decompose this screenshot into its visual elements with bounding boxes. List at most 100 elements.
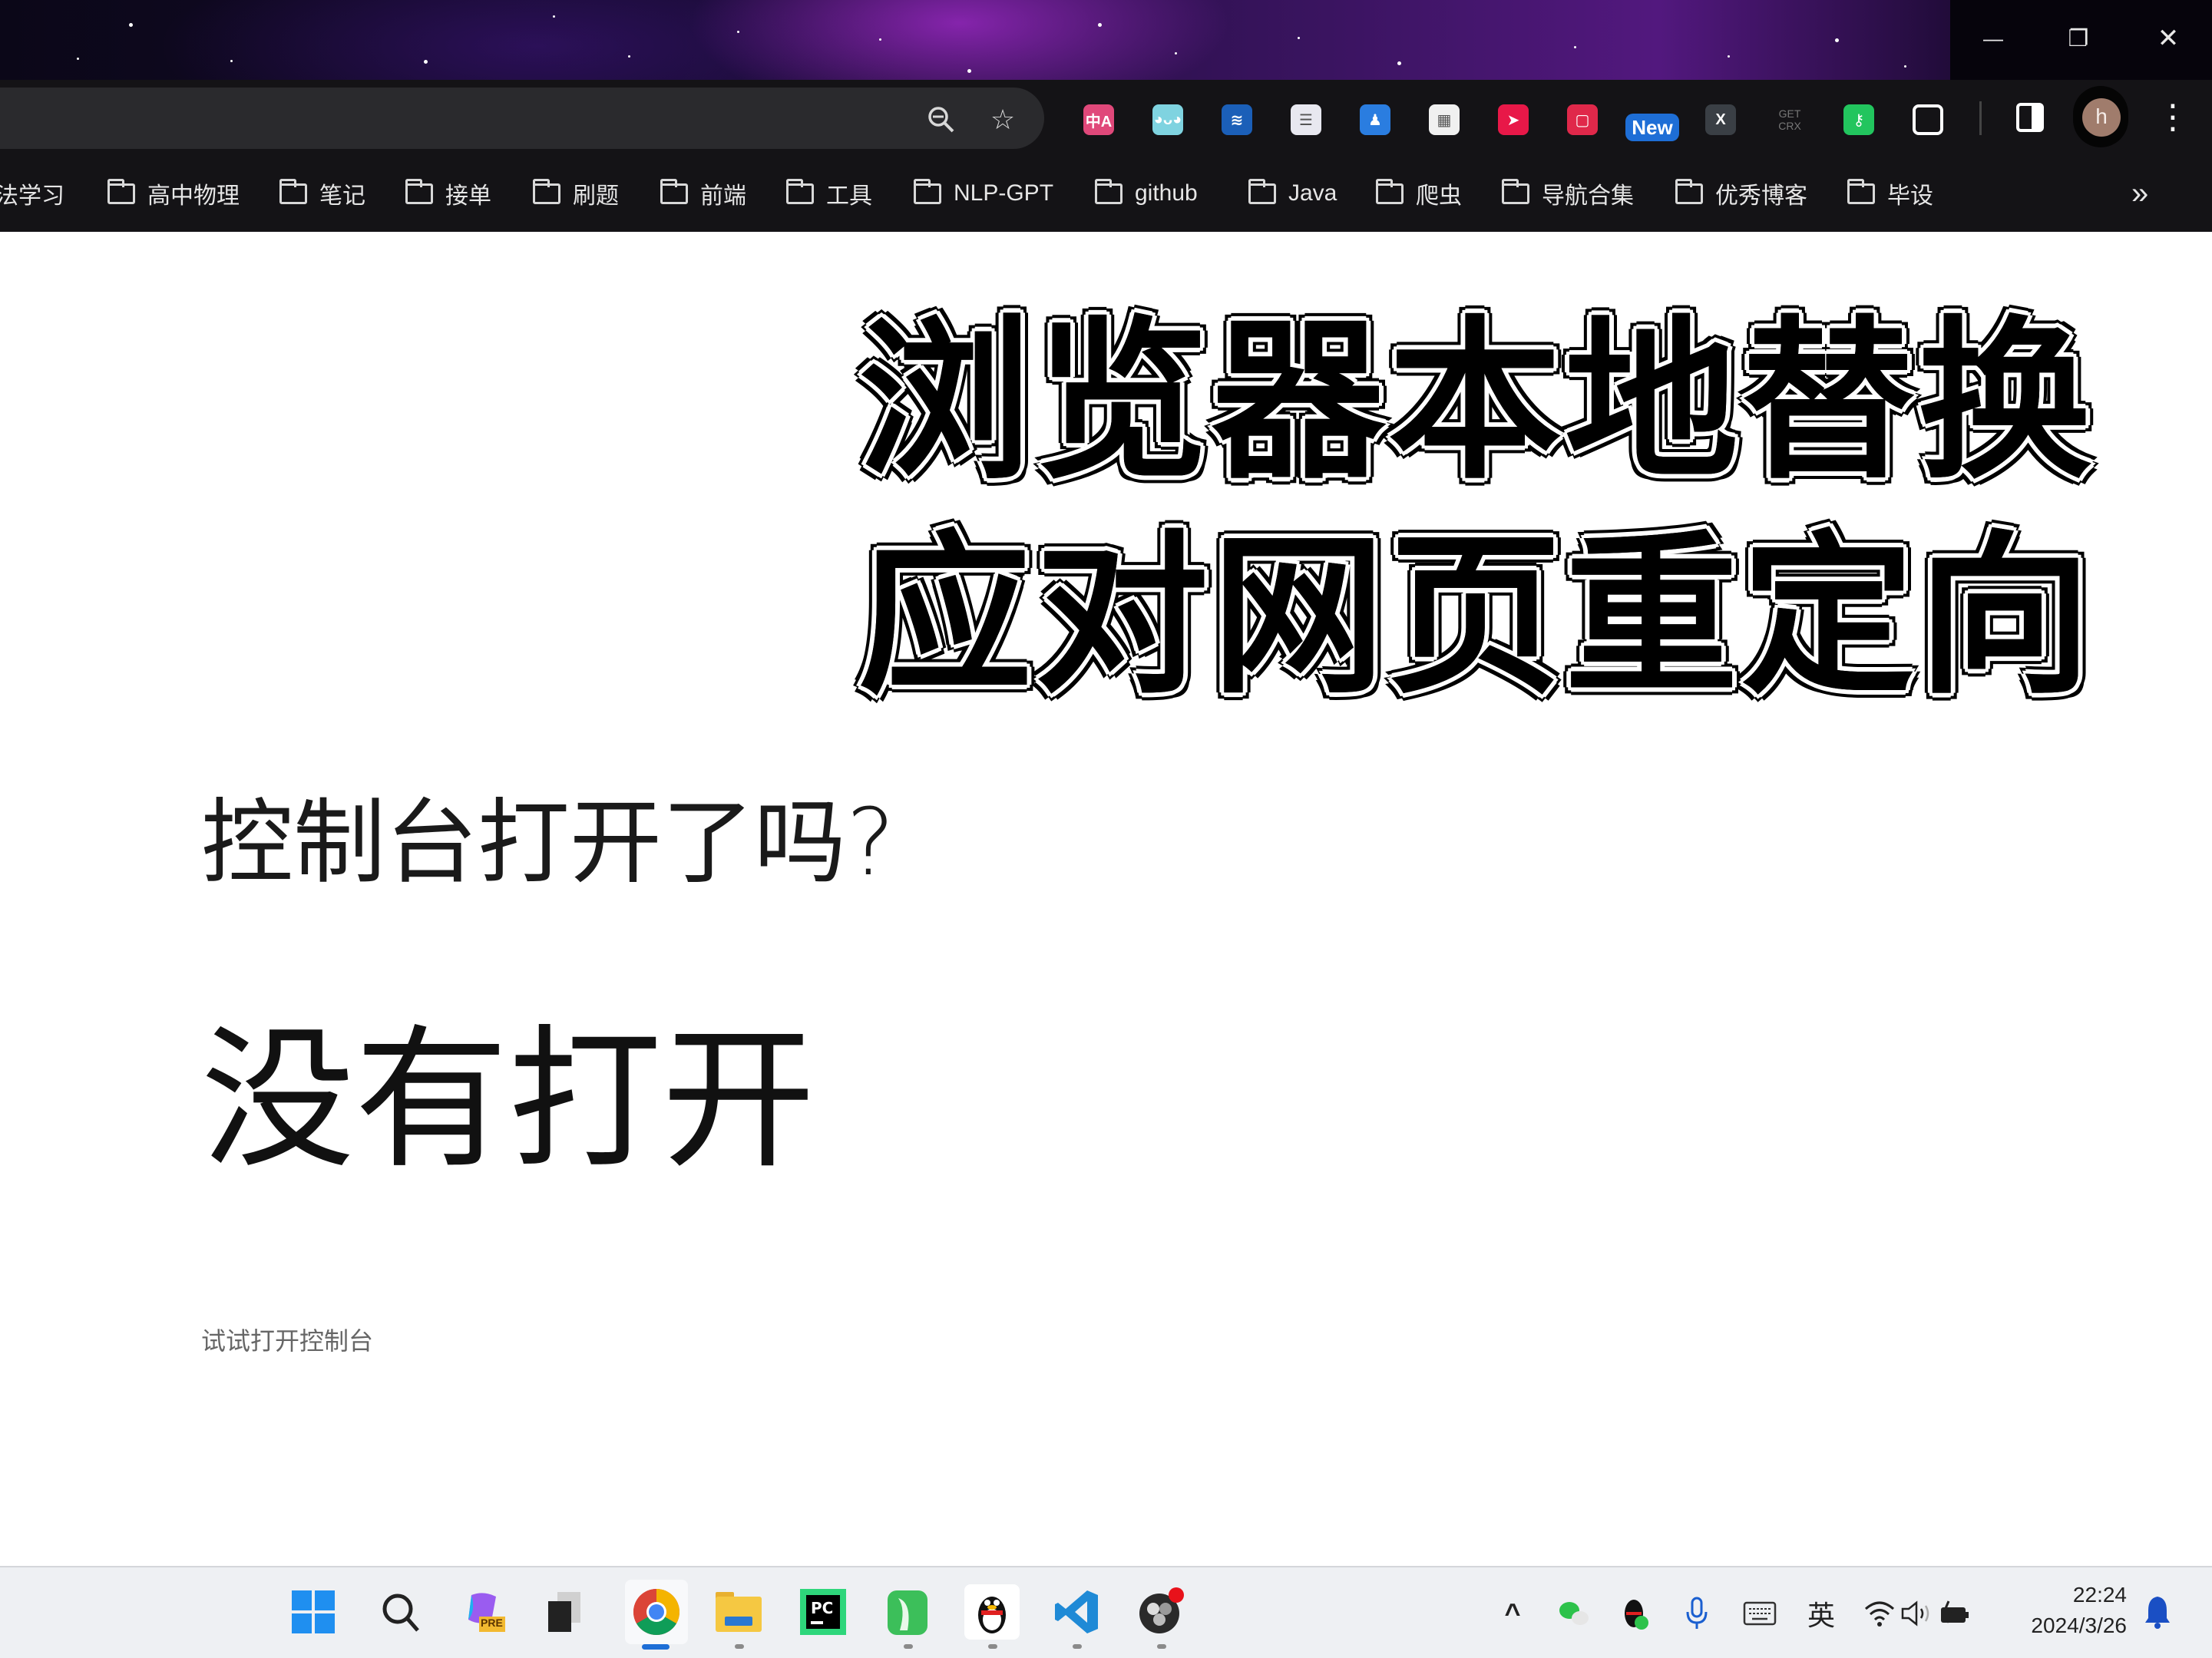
bookmark-item[interactable]: 毕设	[1847, 177, 1933, 210]
chrome-menu-button[interactable]: ⋮	[2156, 97, 2190, 138]
clock-date: 2024/3/26	[2031, 1613, 2127, 1637]
pre-badge: PRE	[481, 1617, 503, 1629]
getcrx-extension-icon[interactable]: GET CRX	[1774, 104, 1805, 135]
bookmark-item[interactable]: 法学习	[0, 177, 64, 210]
bookmark-item[interactable]: 工具	[786, 177, 872, 210]
side-panel-button[interactable]	[2016, 103, 2044, 132]
bookmark-label: 法学习	[0, 183, 64, 209]
new-extension-icon[interactable]: New	[1625, 114, 1679, 141]
bookmark-item[interactable]: 前端	[660, 177, 746, 210]
copilot-app[interactable]: PRE	[458, 1584, 513, 1640]
folder-icon	[786, 178, 814, 204]
network-volume-battery-button[interactable]	[1864, 1597, 1972, 1630]
star-decoration	[1574, 46, 1576, 48]
avatar: h	[2082, 98, 2121, 137]
zoom-icon[interactable]	[926, 104, 957, 135]
video-overlay-title-line1: 浏览器本地替换	[858, 301, 2095, 503]
qq-tray-button[interactable]	[1618, 1597, 1652, 1630]
folder-icon	[1502, 178, 1529, 204]
task-view-app[interactable]	[537, 1584, 593, 1640]
input-method-indicator[interactable]: 英	[1804, 1597, 1838, 1631]
taskbar: PRE PC ^ 英 22:24 2024/3/26	[0, 1566, 2212, 1658]
bilibili-extension-icon[interactable]: ◕ᴗ◕	[1152, 104, 1183, 135]
page-question: 控制台打开了吗?	[201, 790, 895, 897]
folder-icon	[1248, 178, 1276, 204]
bookmarks-overflow-button[interactable]: »	[2131, 177, 2148, 210]
bookmark-star-icon[interactable]: ☆	[987, 104, 1018, 135]
star-decoration	[737, 31, 739, 33]
close-button[interactable]: ✕	[2147, 17, 2190, 60]
bookmark-item[interactable]: NLP-GPT	[914, 177, 1053, 210]
pycharm-app[interactable]: PC	[795, 1584, 851, 1640]
layers-extension-icon[interactable]: ≋	[1222, 104, 1252, 135]
bookmark-item[interactable]: 导航合集	[1502, 177, 1634, 210]
svg-text:PC: PC	[811, 1599, 833, 1617]
qrcode-extension-icon[interactable]: ▦	[1429, 104, 1460, 135]
chrome-active-indicator	[642, 1644, 670, 1650]
key-extension-icon[interactable]: ⚷	[1843, 104, 1874, 135]
show-hidden-icons-button[interactable]: ^	[1497, 1597, 1528, 1630]
microphone-button[interactable]	[1681, 1597, 1712, 1630]
star-decoration	[77, 58, 79, 60]
obs-running-indicator	[1157, 1644, 1166, 1649]
translate-extension-icon[interactable]: 中A	[1083, 104, 1114, 135]
wechat-tray-button[interactable]	[1557, 1597, 1591, 1630]
search-button[interactable]	[373, 1584, 428, 1640]
restore-button[interactable]: ❐	[2057, 17, 2100, 60]
wifi-icon	[1865, 1601, 1894, 1627]
bookmark-item[interactable]: github	[1095, 177, 1198, 210]
bookmark-label: 毕设	[1887, 183, 1933, 209]
clock-button[interactable]: 22:24 2024/3/26	[2012, 1580, 2127, 1641]
chrome-app[interactable]	[625, 1580, 688, 1644]
qq-penguin-icon	[978, 1597, 1006, 1633]
star-decoration	[1397, 61, 1401, 65]
star-decoration	[1175, 52, 1177, 54]
bookmark-item[interactable]: 优秀博客	[1675, 177, 1807, 210]
bookmark-item[interactable]: 刷题	[533, 177, 619, 210]
x-extension-icon[interactable]: X	[1705, 104, 1736, 135]
profile-button[interactable]: h	[2073, 86, 2128, 147]
vscode-app[interactable]	[1049, 1584, 1104, 1640]
bookmark-label: 爬虫	[1416, 183, 1462, 209]
notes-extension-icon[interactable]: ☰	[1291, 104, 1321, 135]
green-app[interactable]	[880, 1584, 935, 1640]
address-bar[interactable]: ☆	[0, 88, 1044, 149]
folder-icon	[914, 178, 941, 204]
bookmark-item[interactable]: 高中物理	[107, 177, 240, 210]
star-decoration	[1298, 37, 1300, 39]
square-extension-icon[interactable]: ▢	[1567, 104, 1598, 135]
bookmark-item[interactable]: 笔记	[279, 177, 365, 210]
touch-keyboard-button[interactable]	[1741, 1597, 1778, 1630]
notification-center-button[interactable]	[2142, 1595, 2173, 1629]
star-decoration	[967, 69, 971, 73]
star-decoration	[1098, 23, 1102, 27]
battery-charging-icon	[1941, 1600, 1969, 1623]
copilot-pre-icon	[468, 1593, 505, 1632]
bookmark-item[interactable]: Java	[1248, 177, 1337, 210]
obs-app[interactable]	[1133, 1584, 1189, 1640]
toolbar-divider	[1979, 101, 1982, 135]
file-explorer-app[interactable]	[711, 1584, 766, 1640]
vscode-running-indicator	[1073, 1644, 1082, 1649]
bookmark-label: 优秀博客	[1715, 183, 1807, 209]
star-decoration	[230, 60, 233, 62]
bookmark-label: github	[1135, 180, 1198, 206]
folder-icon	[107, 178, 135, 204]
title-bar[interactable]: — ❐ ✕	[0, 0, 2212, 80]
qq-app[interactable]	[964, 1584, 1020, 1640]
bookmark-item[interactable]: 接单	[405, 177, 491, 210]
minimize-button[interactable]: —	[1972, 17, 2015, 60]
bookmark-label: 刷题	[573, 183, 619, 209]
bookmark-label: 工具	[826, 183, 872, 209]
bookmark-label: 导航合集	[1542, 183, 1634, 209]
bookmark-item[interactable]: 爬虫	[1376, 177, 1462, 210]
folder-icon	[716, 1592, 762, 1632]
extensions-puzzle-icon[interactable]: ⧉	[1913, 104, 1943, 135]
cursor-extension-icon[interactable]: ➤	[1498, 104, 1529, 135]
windows-logo-icon	[292, 1590, 335, 1633]
user-extension-icon[interactable]: ♟	[1360, 104, 1390, 135]
folder-icon	[660, 178, 688, 204]
task-view-icon	[548, 1592, 580, 1632]
folder-icon	[1376, 178, 1404, 204]
start-button[interactable]	[286, 1584, 341, 1640]
